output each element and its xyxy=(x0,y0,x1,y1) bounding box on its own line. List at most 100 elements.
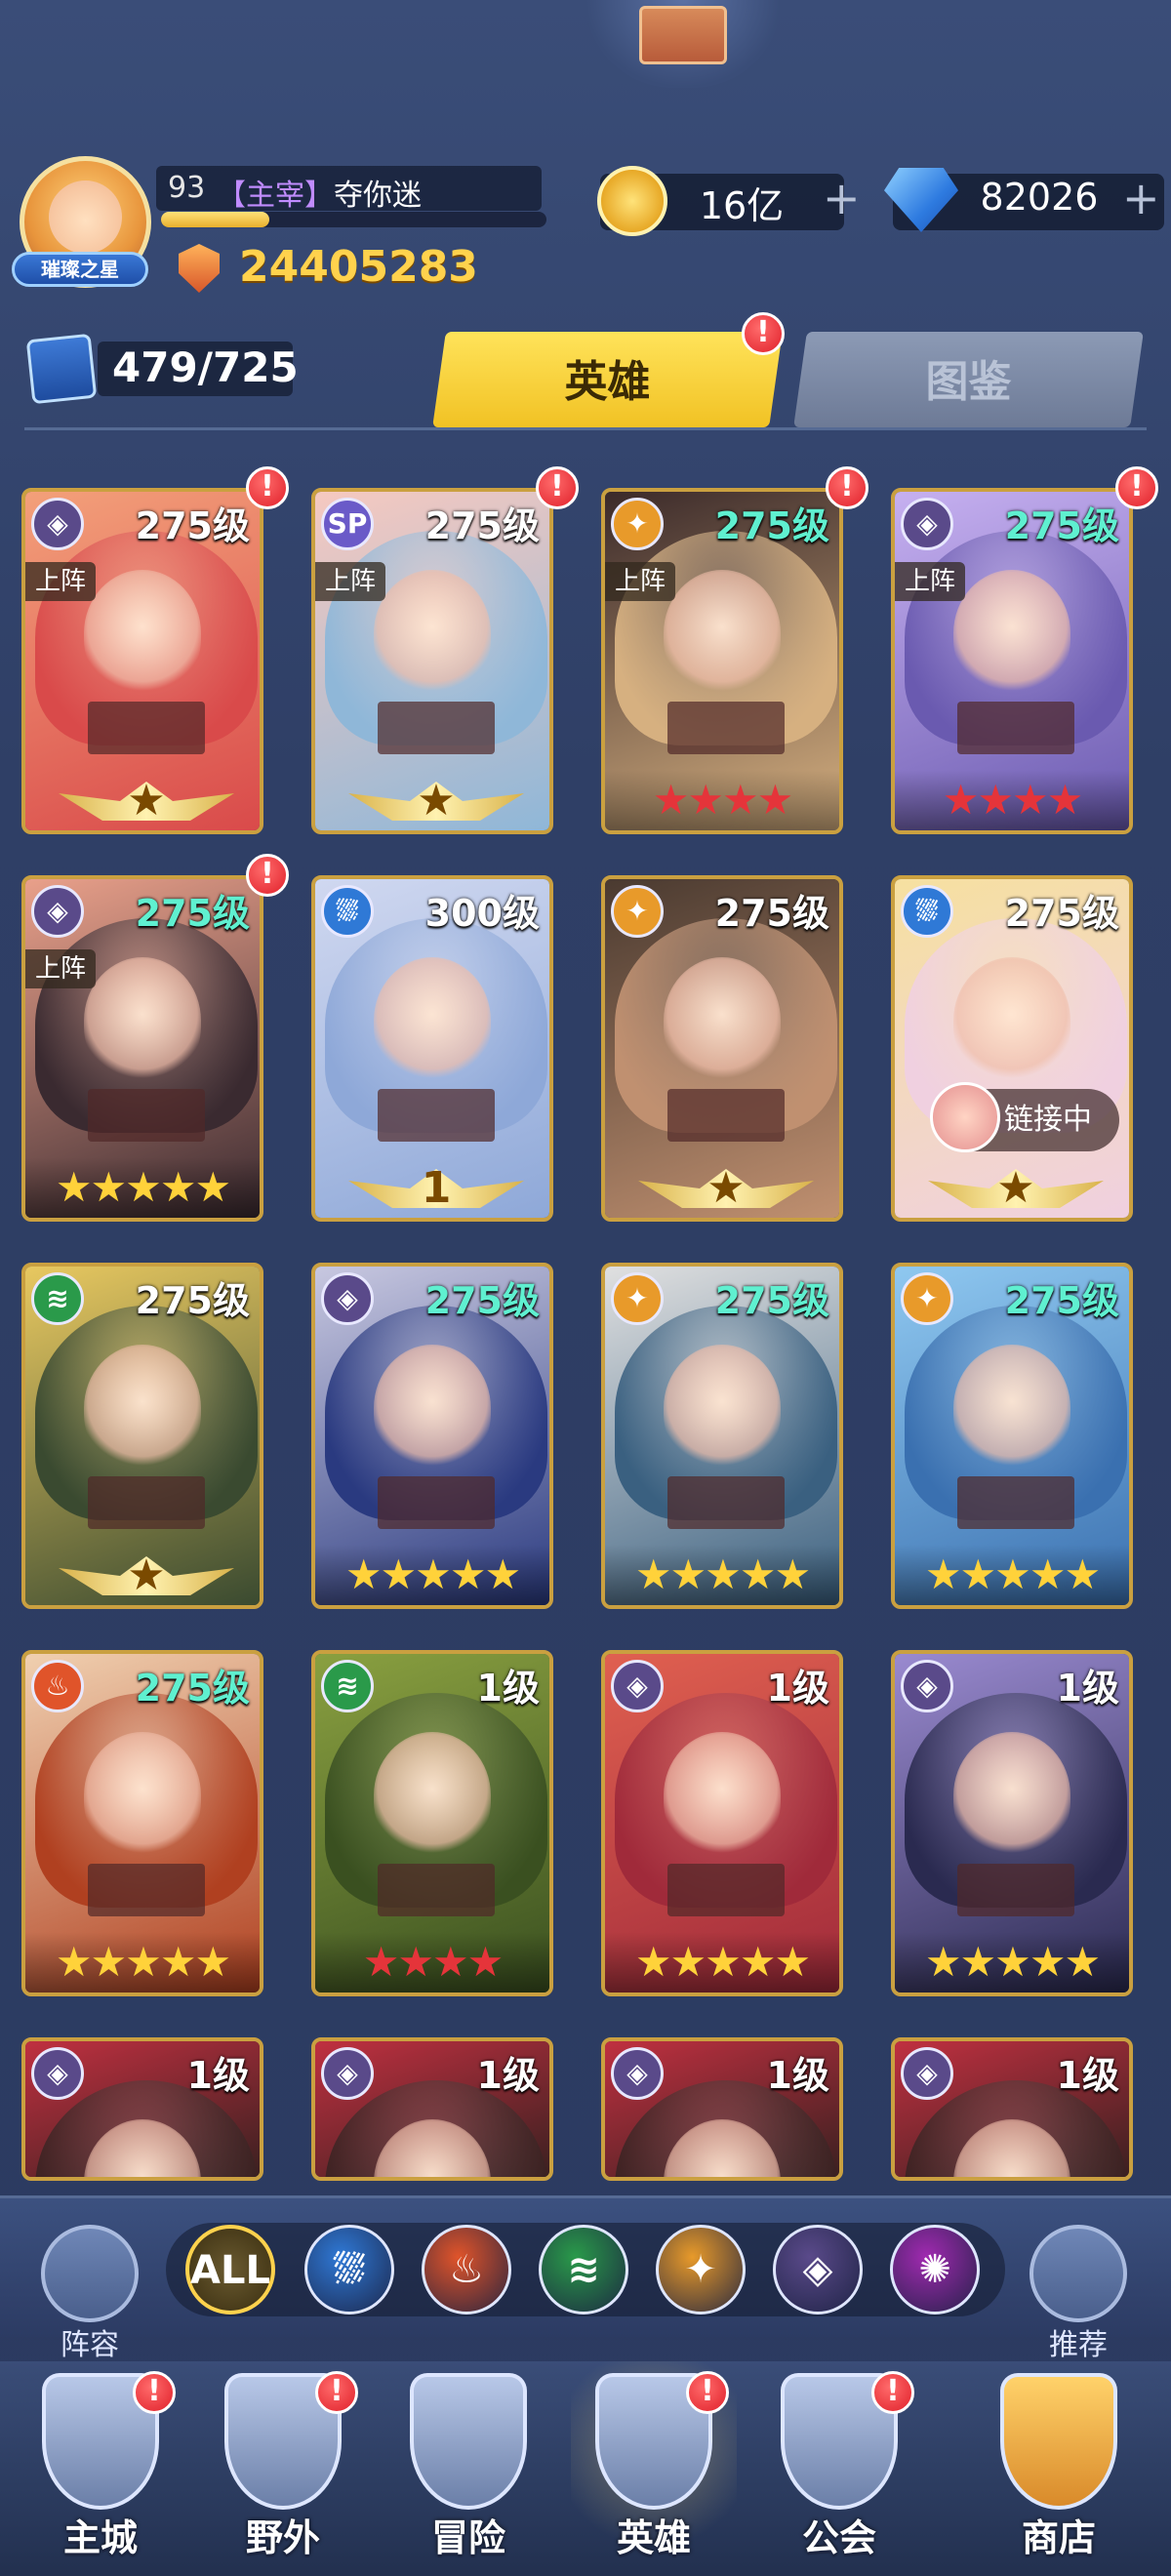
hero-count: 479/725 xyxy=(112,343,299,391)
hero-face xyxy=(953,1732,1070,1859)
light-element-icon: ✦ xyxy=(611,1272,664,1325)
recommend-button[interactable] xyxy=(1030,2225,1127,2322)
on-lineup-tag: 上阵 xyxy=(25,949,96,988)
hero-crest-emblem xyxy=(378,1089,495,1142)
dark-element-icon: ◈ xyxy=(611,1660,664,1712)
hero-card[interactable]: ≋ 275级 ★ xyxy=(21,1263,263,1609)
gem-amount: 82026 xyxy=(980,176,1099,219)
hero-card[interactable]: ◈ 1级 xyxy=(891,2037,1133,2181)
hero-crest-emblem xyxy=(667,1089,785,1142)
on-lineup-tag: 上阵 xyxy=(895,562,965,601)
nav-icon xyxy=(410,2373,527,2510)
hero-face xyxy=(374,957,491,1084)
hero-crest-emblem xyxy=(667,702,785,754)
hero-crest-emblem xyxy=(957,702,1074,754)
hero-card[interactable]: ◈ 275级 上阵 ★ xyxy=(21,488,263,834)
hero-cards-icon xyxy=(25,333,98,405)
filter-water-button[interactable]: ⛆ xyxy=(304,2225,394,2314)
hero-crest-emblem xyxy=(957,1864,1074,1916)
nav-item-2[interactable]: 冒险 xyxy=(385,2361,551,2576)
water-element-icon: ⛆ xyxy=(321,885,374,938)
hero-face xyxy=(664,1732,781,1859)
rank-star: ★ xyxy=(127,1550,166,1600)
dark-element-icon: ◈ xyxy=(901,2047,953,2100)
red-stars-rating: ★★★★ xyxy=(605,770,839,830)
lineup-button[interactable] xyxy=(41,2225,139,2322)
dark-element-icon: ◈ xyxy=(901,498,953,550)
sp-element-icon: SP xyxy=(321,498,374,550)
hero-card[interactable]: ♨ 275级 ★★★★★ xyxy=(21,1650,263,1996)
hero-card[interactable]: ◈ 1级 xyxy=(311,2037,553,2181)
hero-crest-emblem xyxy=(88,702,205,754)
rank-wings-icon: ★ xyxy=(924,1157,1108,1218)
hero-face xyxy=(953,570,1070,697)
water-element-icon: ⛆ xyxy=(901,885,953,938)
xp-bar-fill xyxy=(161,212,269,227)
hero-face xyxy=(84,1732,201,1859)
hero-level: 275级 xyxy=(1004,1279,1119,1322)
gold-stars-rating: ★★★★★ xyxy=(895,1545,1129,1605)
gold-stars-rating: ★★★★★ xyxy=(605,1545,839,1605)
hero-card[interactable]: ◈ 1级 xyxy=(21,2037,263,2181)
hero-face xyxy=(664,570,781,697)
hero-card[interactable]: ⛆ 300级 1 xyxy=(311,875,553,1222)
hero-card[interactable]: ◈ 275级 ★★★★★ xyxy=(311,1263,553,1609)
dark-element-icon: ◈ xyxy=(321,2047,374,2100)
hero-card[interactable]: ◈ 1级 xyxy=(601,2037,843,2181)
filter-dark-button[interactable]: ◈ xyxy=(773,2225,863,2314)
hero-face xyxy=(664,1345,781,1471)
hero-card[interactable]: ◈ 1级 ★★★★★ xyxy=(891,1650,1133,1996)
hero-face xyxy=(953,1345,1070,1471)
hero-card[interactable]: ✦ 275级 ★★★★★ xyxy=(891,1263,1133,1609)
add-gem-button[interactable]: + xyxy=(1122,172,1160,224)
hero-face xyxy=(84,1345,201,1471)
add-gold-button[interactable]: + xyxy=(823,172,861,224)
filter-wind-button[interactable]: ≋ xyxy=(539,2225,628,2314)
dark-element-icon: ◈ xyxy=(901,1660,953,1712)
hero-card[interactable]: ≋ 1级 ★★★★ xyxy=(311,1650,553,1996)
nav-label: 野外 xyxy=(245,2516,320,2559)
filter-light-button[interactable]: ✦ xyxy=(656,2225,746,2314)
hero-card[interactable]: SP 275级 上阵 ★ xyxy=(311,488,553,834)
hero-card[interactable]: ◈ 275级 上阵 ★★★★ xyxy=(891,488,1133,834)
fire-element-icon: ♨ xyxy=(31,1660,84,1712)
hero-card[interactable]: ◈ 275级 上阵 ★★★★★ xyxy=(21,875,263,1222)
nav-icon xyxy=(1000,2373,1117,2510)
hero-level: 275级 xyxy=(135,892,250,935)
light-element-icon: ✦ xyxy=(611,885,664,938)
hero-face xyxy=(374,570,491,697)
hero-level: 275级 xyxy=(135,504,250,547)
hero-card[interactable]: ✦ 275级 ★ xyxy=(601,875,843,1222)
gold-stars-rating: ★★★★★ xyxy=(25,1932,260,1992)
hero-crest-emblem xyxy=(378,1864,495,1916)
hero-level: 275级 xyxy=(424,504,540,547)
rank-star: ★ xyxy=(707,1163,746,1213)
nav-item-5[interactable]: 商店 xyxy=(976,2361,1142,2576)
gift-box-icon xyxy=(639,6,727,64)
on-lineup-tag: 上阵 xyxy=(315,562,385,601)
hero-card[interactable]: ✦ 275级 ★★★★★ xyxy=(601,1263,843,1609)
nav-label: 商店 xyxy=(1021,2516,1096,2559)
hero-level: 1级 xyxy=(766,1667,829,1710)
hero-card[interactable]: ⛆ 275级 链接中 ★ xyxy=(891,875,1133,1222)
filter-fire-button[interactable]: ♨ xyxy=(422,2225,511,2314)
hero-card[interactable]: ◈ 1级 ★★★★★ xyxy=(601,1650,843,1996)
hero-crest-emblem xyxy=(88,1864,205,1916)
gold-stars-rating: ★★★★★ xyxy=(895,1932,1129,1992)
tab-heroes-alert-badge: ! xyxy=(742,312,785,355)
player-name: 【主宰】夺你迷 xyxy=(217,171,422,214)
hero-crest-emblem xyxy=(667,1476,785,1529)
hero-level: 300级 xyxy=(424,892,540,935)
dark-element-icon: ◈ xyxy=(31,2047,84,2100)
hero-alert-badge: ! xyxy=(246,466,289,509)
nav-label: 主城 xyxy=(62,2516,138,2559)
hero-card[interactable]: ✦ 275级 上阵 ★★★★ xyxy=(601,488,843,834)
hero-level: 1级 xyxy=(476,2054,540,2097)
filter-all-button[interactable]: ALL xyxy=(185,2225,275,2314)
hero-face xyxy=(953,957,1070,1084)
rank-star: ★ xyxy=(996,1163,1035,1213)
dark-element-icon: ◈ xyxy=(31,885,84,938)
filter-arcane-button[interactable]: ✺ xyxy=(890,2225,980,2314)
player-name-text: 夺你迷 xyxy=(334,179,422,213)
hero-level: 275级 xyxy=(135,1279,250,1322)
